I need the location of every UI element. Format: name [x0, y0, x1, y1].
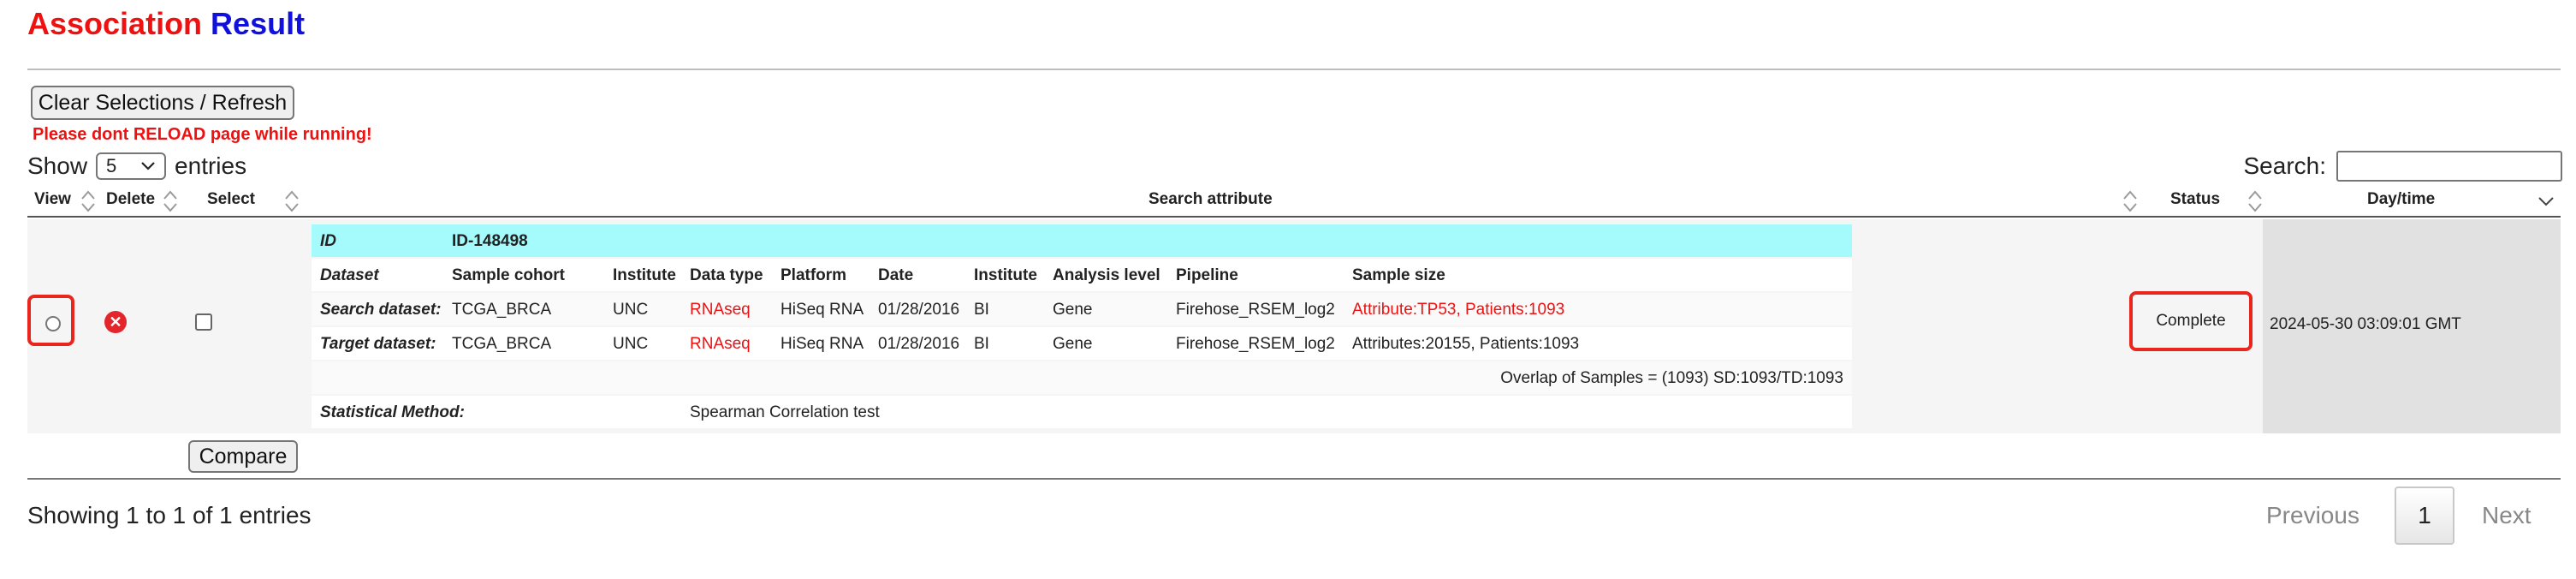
inner-header-row: Dataset Sample cohort Institute Data typ… — [312, 259, 1852, 291]
compare-button[interactable]: Compare — [188, 440, 298, 473]
overlap-row: Overlap of Samples = (1093) SD:1093/TD:1… — [312, 361, 1852, 394]
col-analysis-level: Analysis level — [1053, 266, 1160, 284]
show-label: Show — [27, 152, 88, 179]
header-daytime[interactable]: Day/time — [2367, 190, 2435, 209]
top-divider — [27, 69, 2561, 70]
bottom-divider — [27, 478, 2561, 480]
statistical-method-row: Statistical Method: Spearman Correlation… — [312, 396, 1852, 428]
target-institute-2: BI — [974, 335, 989, 353]
statistical-method-label: Statistical Method: — [320, 403, 465, 421]
daytime-cell: 2024-05-30 03:09:01 GMT — [2263, 219, 2561, 433]
page-title-word-2: Result — [211, 6, 306, 41]
search-label: Search: — [2243, 152, 2327, 179]
sort-icon[interactable] — [2121, 188, 2140, 214]
search-input[interactable] — [2336, 151, 2562, 182]
target-sample-size: Attributes:20155, Patients:1093 — [1352, 335, 1580, 353]
entries-length-control: Show 5 entries — [27, 152, 246, 180]
table-header: View Delete Select Search attribute Stat… — [27, 187, 2561, 218]
target-cohort: TCGA_BRCA — [452, 335, 552, 353]
header-delete[interactable]: Delete — [106, 190, 155, 209]
search-institute: UNC — [613, 301, 649, 319]
col-sample-size: Sample size — [1352, 266, 1445, 284]
inner-id-row: ID ID-148498 — [312, 224, 1852, 257]
sort-icon[interactable] — [282, 188, 301, 214]
search-sample-size: Attribute:TP53, Patients:1093 — [1352, 301, 1565, 319]
page-title: Association Result — [27, 5, 305, 43]
search-institute-2: BI — [974, 301, 989, 319]
col-dataset: Dataset — [320, 266, 379, 284]
previous-page-button[interactable]: Previous — [2266, 502, 2359, 529]
col-sample-cohort: Sample cohort — [452, 266, 565, 284]
table-row: ✕ ID ID-148498 Dataset Sample cohort Ins… — [27, 219, 2561, 433]
target-pipeline: Firehose_RSEM_log2 — [1176, 335, 1335, 353]
search-dataset-row: Search dataset: TCGA_BRCA UNC RNAseq HiS… — [312, 293, 1852, 325]
page-1-button[interactable]: 1 — [2395, 486, 2454, 545]
table-info: Showing 1 to 1 of 1 entries — [27, 502, 312, 528]
status-badge: Complete — [2129, 291, 2253, 351]
daytime-value: 2024-05-30 03:09:01 GMT — [2270, 315, 2461, 333]
search-date: 01/28/2016 — [878, 301, 960, 319]
target-institute: UNC — [613, 335, 649, 353]
target-dataset-label: Target dataset: — [320, 335, 436, 353]
search-analysis-level: Gene — [1053, 301, 1093, 319]
sort-icon[interactable] — [79, 188, 98, 214]
search-data-type: RNAseq — [690, 301, 751, 319]
overlap-text: Overlap of Samples = (1093) SD:1093/TD:1… — [1500, 369, 1843, 387]
header-select[interactable]: Select — [207, 190, 255, 209]
col-pipeline: Pipeline — [1176, 266, 1238, 284]
delete-icon[interactable]: ✕ — [104, 311, 127, 333]
id-label: ID — [320, 232, 336, 250]
statistical-method-value: Spearman Correlation test — [690, 403, 880, 421]
clear-selections-refresh-button[interactable]: Clear Selections / Refresh — [31, 86, 294, 120]
sort-icon[interactable] — [2246, 188, 2264, 214]
search-control: Search: — [2243, 151, 2562, 182]
search-cohort: TCGA_BRCA — [452, 301, 552, 319]
search-dataset-label: Search dataset: — [320, 301, 442, 319]
target-data-type: RNAseq — [690, 335, 751, 353]
target-platform: HiSeq RNA — [781, 335, 864, 353]
search-platform: HiSeq RNA — [781, 301, 864, 319]
search-attribute-table: ID ID-148498 Dataset Sample cohort Insti… — [312, 224, 1852, 428]
next-page-button[interactable]: Next — [2482, 502, 2531, 529]
col-date: Date — [878, 266, 914, 284]
col-data-type: Data type — [690, 266, 763, 284]
select-checkbox[interactable] — [195, 313, 212, 331]
reload-warning: Please dont RELOAD page while running! — [33, 125, 372, 144]
chevron-down-icon — [141, 162, 155, 170]
col-institute-2: Institute — [974, 266, 1037, 284]
entries-select[interactable]: 5 — [96, 152, 167, 180]
target-analysis-level: Gene — [1053, 335, 1093, 353]
status-text: Complete — [2156, 312, 2226, 330]
entries-select-value: 5 — [106, 155, 117, 176]
target-date: 01/28/2016 — [878, 335, 960, 353]
header-view[interactable]: View — [34, 190, 71, 209]
page-title-word-1: Association — [27, 6, 203, 41]
header-status[interactable]: Status — [2170, 190, 2220, 209]
header-search-attribute[interactable]: Search attribute — [1149, 190, 1273, 209]
view-radio[interactable] — [45, 316, 61, 331]
sort-desc-icon[interactable] — [2537, 188, 2555, 214]
entries-label: entries — [175, 152, 247, 179]
col-platform: Platform — [781, 266, 847, 284]
sort-icon[interactable] — [161, 188, 180, 214]
col-institute: Institute — [613, 266, 676, 284]
search-pipeline: Firehose_RSEM_log2 — [1176, 301, 1335, 319]
id-value: ID-148498 — [452, 232, 528, 250]
target-dataset-row: Target dataset: TCGA_BRCA UNC RNAseq HiS… — [312, 327, 1852, 360]
view-highlight — [27, 295, 74, 346]
